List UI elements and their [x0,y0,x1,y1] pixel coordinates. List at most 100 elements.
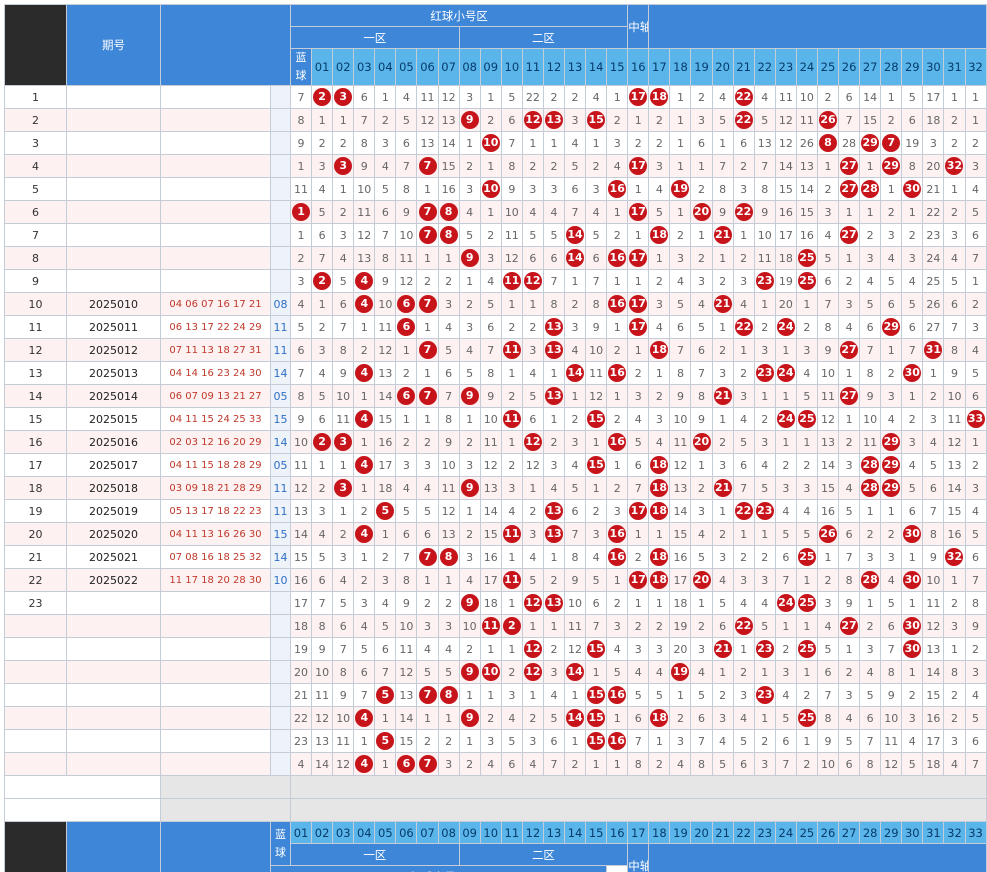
trend-cell: 28 [859,476,882,500]
trend-cell: 4 [627,660,650,684]
blue-cell [270,660,291,684]
trend-cell: 2 [880,522,903,546]
trend-cell: 32 [943,154,966,178]
footer-col-23: 23 [753,821,776,844]
trend-cell: 3 [332,154,355,178]
trend-cell: 14 [437,131,460,155]
trend-cell: 20 [690,430,713,454]
trend-cell: 1 [627,522,650,546]
trend-cell: 26 [795,131,818,155]
trend-cell: 8 [711,177,734,201]
trend-cell: 12 [521,430,544,454]
trend-cell: 11 [943,407,966,431]
trend-cell: 4 [353,269,376,293]
trend-cell: 12 [395,269,418,293]
trend-cell: 1 [838,361,861,385]
hit-ball: 24 [776,364,795,382]
trend-cell: 2 [648,614,671,638]
trend-cell: 5 [859,683,882,707]
hit-ball: 15 [587,732,606,750]
trend-cell: 1 [564,384,587,408]
trend-cell: 6 [627,706,650,730]
trend-cell: 9 [332,683,355,707]
footer-col-30: 30 [901,821,924,844]
hit-ball: 30 [903,617,922,635]
col-header-27: 27 [859,48,882,86]
trend-cell: 2 [943,200,966,224]
trend-cell: 4 [564,338,587,362]
trend-cell: 14 [564,246,587,270]
draw-numbers-cell [160,706,271,730]
trend-cell: 3 [922,131,945,155]
trend-cell: 19 [774,269,797,293]
trend-cell: 5 [753,614,776,638]
trend-cell: 9 [395,591,418,615]
trend-cell: 7 [395,154,418,178]
trend-cell: 5 [943,269,966,293]
trend-cell: 7 [669,338,692,362]
trend-cell: 7 [289,85,313,109]
footer-col-05: 05 [374,821,397,844]
trend-cell: 27 [838,384,861,408]
period-cell [66,177,161,201]
table-row: 4 14 12 4 1 6 7 3 2 4 6 4 7 2 1 1 8 2 4 8 5 6 3 7 2 10 6 8 12 5 18 4 7 [4,752,987,776]
hit-ball: 6 [397,755,416,773]
trend-cell: 11 [500,522,523,546]
row-index [4,729,67,753]
trend-cell: 2 [479,223,502,247]
trend-cell: 13 [542,522,566,546]
trend-cell: 17 [627,568,650,592]
trend-cell: 25 [795,591,818,615]
trend-cell: 2 [816,568,840,592]
trend-cell: 1 [774,430,797,454]
hit-ball: 27 [840,341,859,359]
trend-cell: 12 [521,453,544,477]
trend-cell: 1 [332,177,355,201]
trend-cell: 4 [606,637,629,661]
trend-cell: 1 [922,361,945,385]
trend-cell: 1 [606,315,629,339]
trend-cell: 4 [648,315,671,339]
col-header-03: 03 [353,48,376,86]
trend-cell: 7 [585,614,608,638]
trend-cell: 5 [774,522,797,546]
trend-cell: 9 [690,407,713,431]
footer-col-22: 22 [732,821,755,844]
trend-cell: 7 [627,476,650,500]
trend-cell: 2 [500,384,523,408]
trend-cell: 8 [353,131,376,155]
trend-cell: 27 [838,223,861,247]
hit-ball: 24 [776,318,795,336]
trend-cell: 1 [943,568,966,592]
table-row: 4 1 3 3 9 4 7 7 15 2 1 8 2 2 5 2 4 17 3 1 1 7 2 7 14 13 1 27 1 29 8 20 3… [4,154,987,178]
trend-cell: 7 [416,154,439,178]
trend-cell: 10 [564,591,587,615]
trend-cell: 2 [311,85,334,109]
trend-cell: 7 [564,200,587,224]
trend-cell: 3 [564,108,587,132]
trend-cell: 1 [711,246,734,270]
period-cell: 2025012 [66,338,161,362]
trend-cell: 6 [669,315,692,339]
trend-cell: 2 [627,361,650,385]
trend-cell: 6 [964,545,987,569]
hit-ball: 18 [650,479,669,497]
hit-ball: 9 [460,663,479,681]
trend-cell: 3 [521,729,544,753]
hit-ball: 7 [418,226,437,244]
trend-cell: 4 [648,660,671,684]
blue-cell [270,591,291,615]
hit-ball: 25 [797,548,816,566]
trend-cell: 10 [816,752,840,776]
trend-cell: 2 [542,430,566,454]
trend-cell: 2 [795,752,818,776]
trend-cell: 4 [606,154,629,178]
trend-cell: 3 [564,430,587,454]
trend-cell: 22 [732,499,755,523]
trend-cell: 3 [838,683,861,707]
trend-cell: 3 [816,591,840,615]
trend-cell: 6 [690,338,713,362]
trend-cell: 3 [795,338,818,362]
trend-cell: 3 [690,637,713,661]
footer-col-02: 02 [311,821,334,844]
